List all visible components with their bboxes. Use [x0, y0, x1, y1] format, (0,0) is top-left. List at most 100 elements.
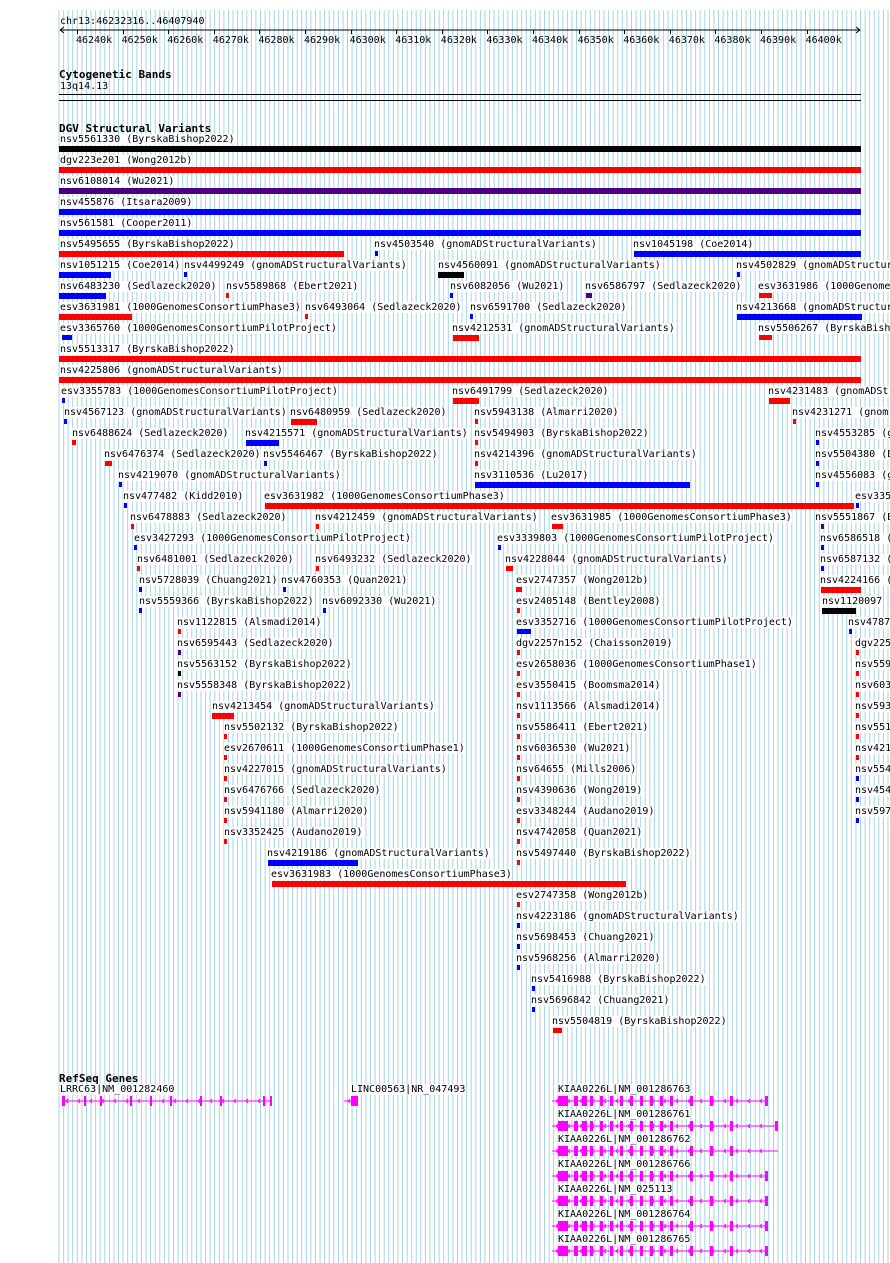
variant-bar[interactable] — [139, 608, 142, 613]
variant-label[interactable]: nsv5558348 (ByrskaBishop2022) — [177, 680, 352, 691]
variant-bar[interactable] — [517, 671, 520, 676]
variant-bar[interactable] — [137, 566, 140, 571]
variant-label[interactable]: nsv4553285 (g — [815, 428, 890, 439]
variant-label[interactable]: dgv2257n152 (Chaisson2019) — [516, 638, 673, 649]
variant-bar[interactable] — [134, 545, 137, 550]
variant-label[interactable]: nsv5551867 (B — [815, 512, 890, 523]
variant-label[interactable]: nsv4225806 (gnomADStructuralVariants) — [60, 365, 283, 376]
gene-model[interactable] — [0, 1245, 890, 1259]
variant-label[interactable]: nsv5546467 (ByrskaBishop2022) — [263, 449, 438, 460]
variant-label[interactable]: nsv6591700 (Sedlazeck2020) — [470, 302, 627, 313]
variant-label[interactable]: nsv6493232 (Sedlazeck2020) — [315, 554, 472, 565]
variant-label[interactable]: esv3631982 (1000GenomesConsortiumPhase3) — [264, 491, 505, 502]
variant-bar[interactable] — [517, 713, 520, 718]
variant-bar[interactable] — [769, 398, 790, 404]
variant-bar[interactable] — [224, 755, 227, 760]
variant-label[interactable]: nsv6595443 (Sedlazeck2020) — [177, 638, 334, 649]
variant-bar[interactable] — [793, 419, 796, 424]
variant-label[interactable]: nsv6036530 (Wu2021) — [516, 743, 631, 754]
gene-label[interactable]: KIAA0226L|NM_001286761 — [558, 1109, 691, 1120]
variant-label[interactable]: nsv559 — [855, 659, 890, 670]
variant-bar[interactable] — [178, 692, 181, 697]
variant-bar[interactable] — [264, 461, 267, 466]
variant-label[interactable]: nsv6481001 (Sedlazeck2020) — [137, 554, 294, 565]
variant-label[interactable]: nsv4213668 (gnomADStructur — [736, 302, 890, 313]
variant-label[interactable]: esv3339803 (1000GenomesConsortiumPilotPr… — [497, 533, 774, 544]
variant-bar[interactable] — [226, 293, 229, 298]
variant-label[interactable]: nsv5513317 (ByrskaBishop2022) — [60, 344, 235, 355]
variant-bar[interactable] — [517, 965, 520, 970]
variant-bar[interactable] — [224, 818, 227, 823]
variant-label[interactable]: nsv6493064 (Sedlazeck2020) — [305, 302, 462, 313]
variant-bar[interactable] — [139, 587, 142, 592]
variant-bar[interactable] — [59, 167, 861, 173]
variant-bar[interactable] — [224, 797, 227, 802]
variant-bar[interactable] — [438, 272, 464, 278]
gene-model[interactable] — [0, 1145, 890, 1159]
variant-label[interactable]: nsv561581 (Cooper2011) — [60, 218, 193, 229]
variant-bar[interactable] — [856, 734, 859, 739]
variant-label[interactable]: nsv5502132 (ByrskaBishop2022) — [224, 722, 399, 733]
variant-bar[interactable] — [856, 503, 859, 508]
variant-label[interactable]: nsv5941180 (Almarri2020) — [224, 806, 369, 817]
variant-bar[interactable] — [759, 293, 772, 298]
variant-bar[interactable] — [856, 671, 859, 676]
variant-label[interactable]: nsv5696842 (Chuang2021) — [531, 995, 670, 1006]
variant-bar[interactable] — [517, 902, 520, 907]
variant-bar[interactable] — [59, 146, 861, 152]
variant-label[interactable]: nsv5943138 (Almarri2020) — [474, 407, 619, 418]
variant-bar[interactable] — [323, 608, 326, 613]
variant-bar[interactable] — [553, 1028, 562, 1033]
variant-label[interactable]: esv3355783 (1000GenomesConsortiumPilotPr… — [61, 386, 338, 397]
variant-label[interactable]: esv3348244 (Audano2019) — [516, 806, 655, 817]
variant-bar[interactable] — [737, 272, 740, 277]
variant-label[interactable]: esv3631986 (1000Genome — [758, 281, 890, 292]
variant-bar[interactable] — [517, 944, 520, 949]
variant-bar[interactable] — [856, 818, 859, 823]
gene-label[interactable]: KIAA0226L|NM_001286764 — [558, 1209, 691, 1220]
variant-label[interactable]: nsv4231271 (gnom — [792, 407, 889, 418]
variant-bar[interactable] — [816, 440, 819, 445]
variant-label[interactable]: esv2670611 (1000GenomesConsortiumPhase1) — [224, 743, 465, 754]
variant-label[interactable]: dgv225 — [855, 638, 890, 649]
variant-bar[interactable] — [124, 503, 127, 508]
variant-bar[interactable] — [552, 524, 563, 529]
variant-label[interactable]: nsv5563152 (ByrskaBishop2022) — [177, 659, 352, 670]
variant-label[interactable]: nsv3110536 (Lu2017) — [474, 470, 589, 481]
variant-label[interactable]: nsv4212459 (gnomADStructuralVariants) — [315, 512, 538, 523]
variant-bar[interactable] — [856, 755, 859, 760]
variant-bar[interactable] — [737, 314, 862, 320]
variant-label[interactable]: nsv4390636 (Wong2019) — [516, 785, 643, 796]
variant-bar[interactable] — [131, 524, 134, 529]
variant-label[interactable]: nsv597 — [855, 806, 890, 817]
variant-bar[interactable] — [224, 839, 227, 844]
variant-bar[interactable] — [517, 860, 520, 865]
variant-bar[interactable] — [305, 314, 308, 319]
variant-label[interactable]: dgv223e201 (Wong2012b) — [60, 155, 193, 166]
gene-label[interactable]: KIAA0226L|NM_001286766 — [558, 1159, 691, 1170]
variant-bar[interactable] — [119, 482, 122, 487]
variant-label[interactable]: nsv6480959 (Sedlazeck2020) — [290, 407, 447, 418]
variant-label[interactable]: nsv1045198 (Coe2014) — [633, 239, 754, 250]
variant-bar[interactable] — [506, 566, 513, 571]
variant-bar[interactable] — [316, 524, 319, 529]
variant-bar[interactable] — [59, 314, 132, 320]
variant-label[interactable]: nsv4224166 ( — [820, 575, 890, 586]
variant-label[interactable]: esv2747357 (Wong2012b) — [516, 575, 649, 586]
variant-bar[interactable] — [59, 293, 106, 299]
variant-bar[interactable] — [517, 776, 520, 781]
variant-label[interactable]: nsv6082056 (Wu2021) — [450, 281, 565, 292]
variant-bar[interactable] — [821, 566, 824, 571]
variant-bar[interactable] — [532, 1007, 535, 1012]
variant-bar[interactable] — [856, 776, 859, 781]
variant-label[interactable]: nsv4567123 (gnomADStructuralVariants) — [64, 407, 287, 418]
variant-label[interactable]: nsv64655 (Mills2006) — [516, 764, 637, 775]
variant-bar[interactable] — [517, 755, 520, 760]
gene-model[interactable] — [0, 1120, 890, 1134]
gene-label[interactable]: KIAA0226L|NM_025113 — [558, 1184, 673, 1195]
variant-bar[interactable] — [212, 713, 234, 719]
variant-label[interactable]: nsv5559366 (ByrskaBishop2022) — [139, 596, 314, 607]
variant-label[interactable]: nsv4502829 (gnomADStructur — [736, 260, 890, 271]
gene-label[interactable]: KIAA0226L|NM_001286765 — [558, 1234, 691, 1245]
variant-bar[interactable] — [291, 419, 317, 425]
